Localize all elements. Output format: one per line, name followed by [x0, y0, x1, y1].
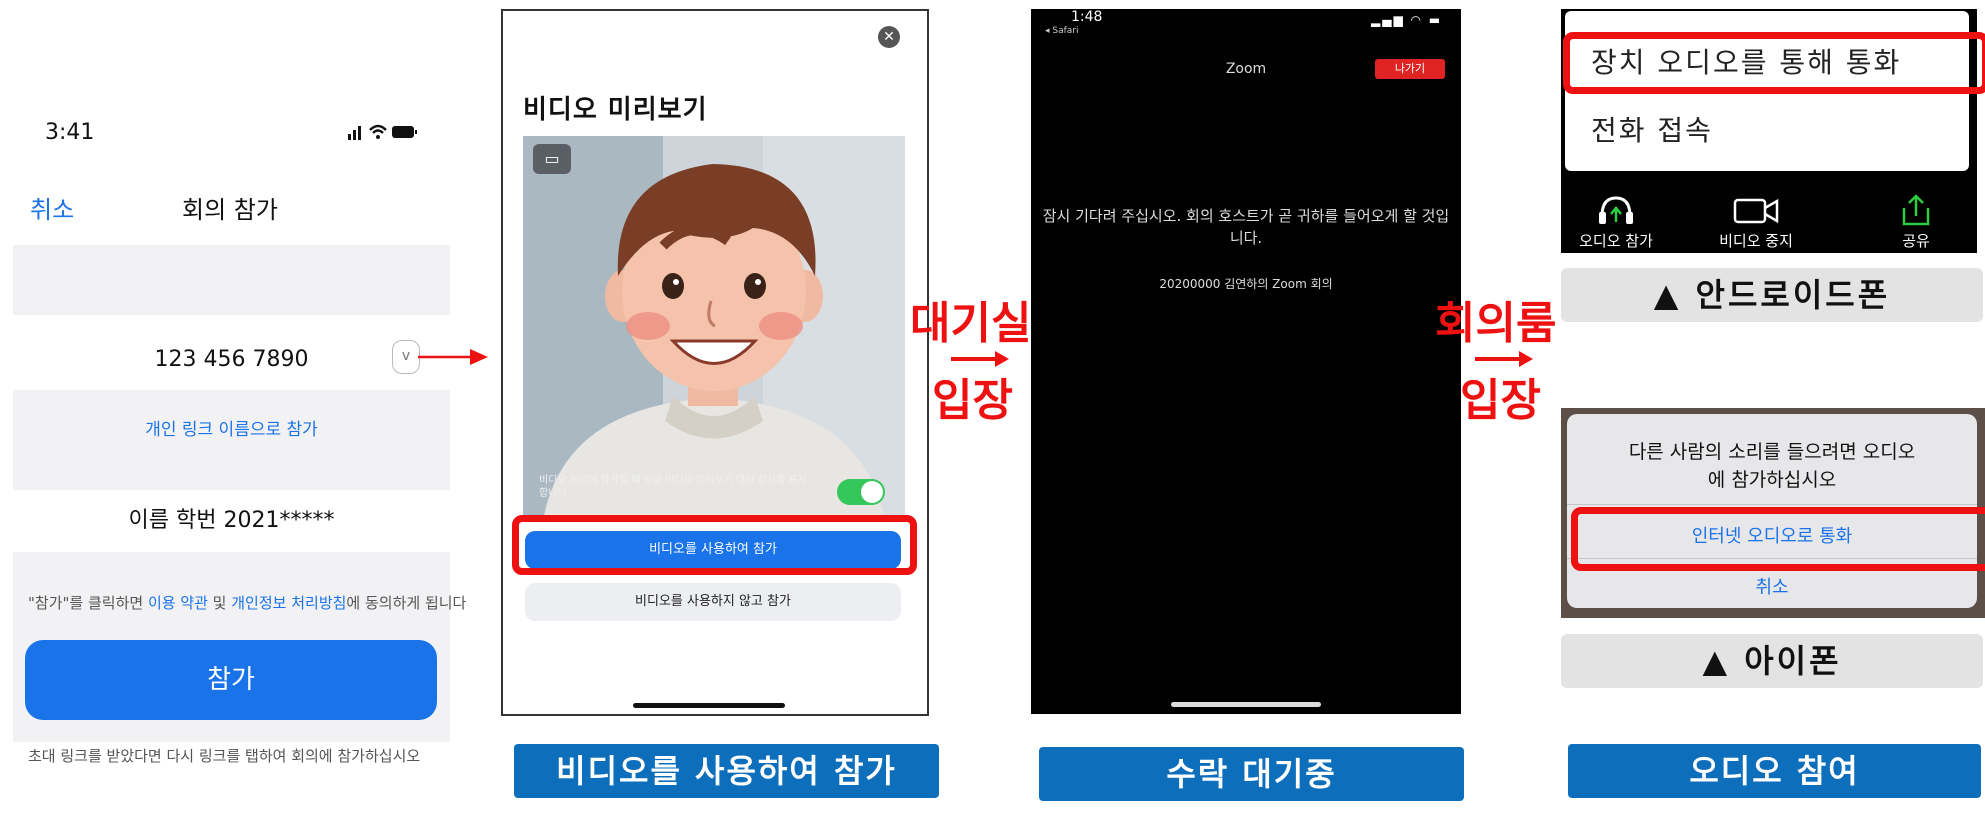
signal-wifi-battery-icon: ▂▄▆ ◠ ▬	[1371, 13, 1443, 27]
toolbar-share-label: 공유	[1902, 232, 1930, 250]
flow-step2-sublabel: 입장	[1460, 375, 1541, 426]
terms-notice: "참가"를 클릭하면 이용 약관 및 개인정보 처리방침에 동의하게 됩니다	[28, 592, 466, 613]
back-to-safari[interactable]: ◂ Safari	[1045, 26, 1079, 36]
camera-preview	[523, 136, 905, 521]
caption-join-with-video: 비디오를 사용하여 참가	[514, 744, 939, 798]
terms-suffix: 에 동의하게 됩니다	[346, 594, 467, 612]
highlight-device-audio	[1563, 32, 1985, 94]
caption-waiting-accept: 수락 대기중	[1039, 747, 1464, 801]
join-button[interactable]: 참가	[25, 640, 437, 720]
invite-hint: 초대 링크를 받았다면 다시 링크를 탭하여 회의에 참가하십시오	[28, 747, 421, 765]
video-camera-icon	[1733, 198, 1779, 224]
status-time: 3:41	[45, 120, 95, 145]
toolbar-stop-video-label: 비디오 중지	[1719, 232, 1793, 250]
menu-item-dial-in[interactable]: 전화 접속	[1591, 109, 1713, 149]
highlight-internet-audio	[1571, 507, 1985, 571]
avatar-illustration	[523, 136, 905, 521]
personal-link-button[interactable]: 개인 링크 이름으로 참가	[13, 415, 450, 440]
waiting-message: 잠시 기다려 주십시오. 회의 호스트가 곧 귀하를 들어오게 할 것입니다.	[1042, 207, 1450, 247]
toolbar-join-audio-label: 오디오 참가	[1579, 232, 1653, 250]
switch-camera-icon[interactable]: ▭	[533, 144, 571, 174]
dialog-cancel-button[interactable]: 취소	[1561, 573, 1983, 599]
page-title: 회의 참가	[182, 196, 278, 224]
status-icons	[348, 120, 418, 147]
meeting-id-band	[13, 245, 450, 315]
meeting-name: 20200000 김연하의 Zoom 회의	[1159, 277, 1333, 291]
android-badge: ▲ 안드로이드폰	[1561, 268, 1983, 322]
flow-step2-label: 회의룸	[1435, 298, 1557, 349]
preview-heading: 비디오 미리보기	[523, 95, 708, 125]
status-time: 1:48	[1071, 9, 1103, 25]
toolbar-stop-video[interactable]: 비디오 중지	[1701, 194, 1811, 251]
dialog-prompt: 다른 사람의 소리를 들으려면 오디오에 참가하십시오	[1628, 441, 1916, 491]
flow-step1-label: 대기실	[910, 298, 1032, 349]
home-indicator	[633, 703, 785, 708]
toolbar-join-audio[interactable]: 오디오 참가	[1561, 194, 1671, 251]
terms-prefix: "참가"를 클릭하면	[28, 594, 148, 612]
share-icon	[1902, 194, 1930, 226]
caption-join-audio: 오디오 참여	[1568, 744, 1981, 798]
waiting-room-screen: 1:48 ◂ Safari ▂▄▆ ◠ ▬ Zoom 나가기 잠시 기다려 주십…	[1031, 9, 1461, 714]
join-meeting-screen: 3:41 취소 회의 참가 123 456 7890 v 개인 링크 이름으로 …	[0, 100, 466, 830]
terms-link[interactable]: 이용 약관	[148, 594, 208, 612]
divider	[1567, 504, 1977, 505]
home-indicator	[1171, 702, 1321, 707]
iphone-badge: ▲ 아이폰	[1561, 634, 1983, 688]
highlight-join-with-video	[512, 515, 917, 575]
terms-mid: 및	[207, 594, 232, 612]
toolbar-share[interactable]: 공유	[1861, 194, 1971, 251]
always-show-preview-toggle[interactable]	[837, 479, 885, 505]
close-icon[interactable]: ✕	[878, 26, 900, 48]
headphones-icon	[1599, 196, 1633, 224]
signal-wifi-battery-icon	[348, 124, 417, 140]
arrow-right-icon	[418, 349, 488, 365]
join-without-video-button[interactable]: 비디오를 사용하지 않고 참가	[525, 583, 901, 621]
flow-step1-sublabel: 입장	[932, 375, 1013, 426]
meeting-id-field[interactable]: 123 456 7890	[13, 330, 450, 390]
leave-button[interactable]: 나가기	[1375, 59, 1445, 79]
privacy-link[interactable]: 개인정보 처리방침	[231, 594, 346, 612]
link-band	[13, 390, 450, 490]
video-preview-screen: ✕ 비디오 미리보기 ▭ 비디오 회의에 참가할 때 항상 비디오 미리보기 대…	[501, 9, 929, 716]
chevron-down-icon[interactable]: v	[392, 340, 420, 374]
always-show-preview-text: 비디오 회의에 참가할 때 항상 비디오 미리보기 대화 상자를 표시합니다	[539, 475, 807, 499]
display-name-field[interactable]: 이름 학번 2021*****	[13, 490, 450, 552]
